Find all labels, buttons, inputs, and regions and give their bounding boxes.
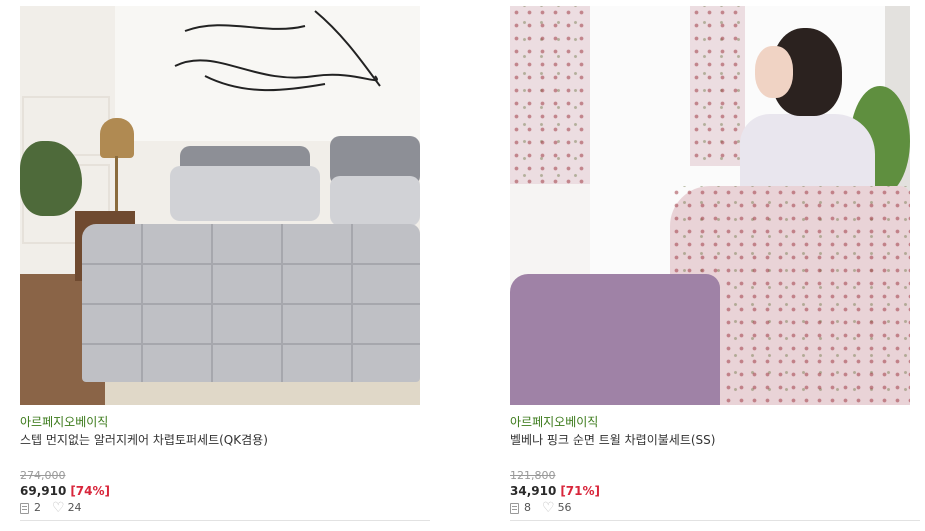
product-card[interactable]: 아르페지오베이직 벨베나 핑크 순면 트윌 차렵이불세트(SS) 121,800… — [510, 6, 920, 515]
review-count: 2 — [34, 501, 41, 514]
sale-price: 69,910 — [20, 484, 67, 498]
price-row: 69,910 [74%] — [20, 483, 110, 498]
product-card[interactable]: 아르페지오베이직 스텝 먼지없는 알러지케어 차렵토퍼세트(QK겸용) 274,… — [20, 6, 430, 515]
original-price: 121,800 — [510, 469, 556, 482]
review-icon — [20, 502, 29, 514]
review-count: 8 — [524, 501, 531, 514]
sale-price: 34,910 — [510, 484, 557, 498]
discount-rate: [74%] — [70, 484, 111, 498]
product-image[interactable] — [510, 6, 910, 405]
card-divider — [20, 520, 430, 521]
price-row: 34,910 [71%] — [510, 483, 600, 498]
original-price: 274,000 — [20, 469, 66, 482]
like-count: 56 — [557, 501, 572, 514]
card-divider — [510, 520, 920, 521]
product-brand[interactable]: 아르페지오베이직 — [510, 415, 598, 429]
heart-icon[interactable]: ♡ — [542, 501, 555, 515]
product-title[interactable]: 벨베나 핑크 순면 트윌 차렵이불세트(SS) — [510, 433, 715, 447]
product-brand[interactable]: 아르페지오베이직 — [20, 415, 108, 429]
heart-icon[interactable]: ♡ — [52, 501, 65, 515]
product-title[interactable]: 스텝 먼지없는 알러지케어 차렵토퍼세트(QK겸용) — [20, 433, 268, 447]
product-image[interactable] — [20, 6, 420, 405]
product-stats: 8 ♡ 56 — [510, 501, 572, 515]
discount-rate: [71%] — [560, 484, 601, 498]
product-stats: 2 ♡ 24 — [20, 501, 82, 515]
like-count: 24 — [67, 501, 82, 514]
review-icon — [510, 502, 519, 514]
